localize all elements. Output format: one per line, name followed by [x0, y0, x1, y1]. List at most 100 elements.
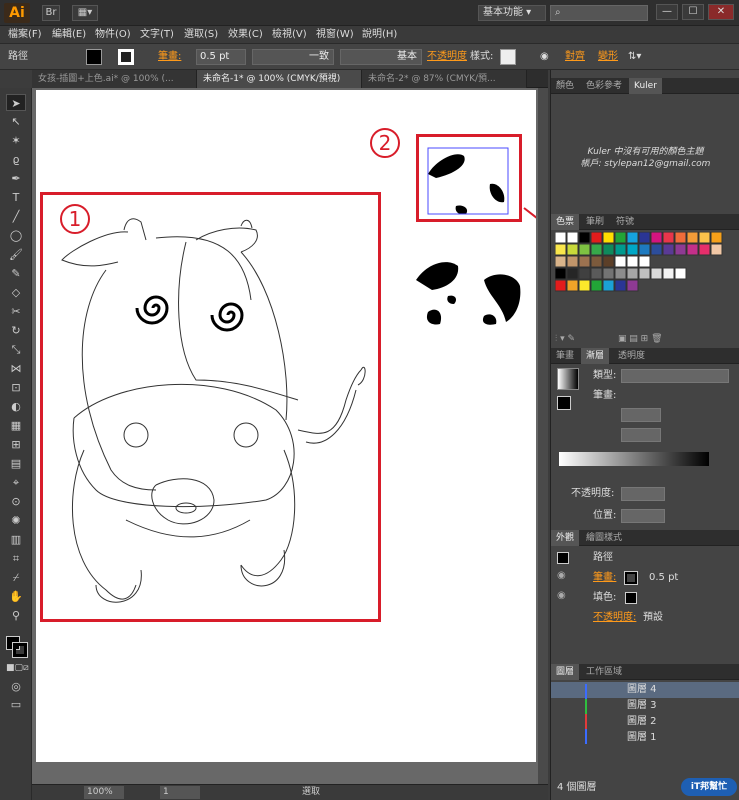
- brush-definition[interactable]: 基本: [340, 49, 422, 65]
- artboard-tool-icon[interactable]: ⌗: [6, 550, 26, 567]
- menu-view[interactable]: 檢視(V): [272, 26, 307, 44]
- appearance-stroke-swatch[interactable]: [624, 571, 638, 585]
- workspace-switcher[interactable]: 基本功能 ▾: [478, 5, 546, 21]
- artboard-number[interactable]: 1: [160, 786, 200, 799]
- magic-wand-icon[interactable]: ✶: [6, 132, 26, 149]
- swatch-grid[interactable]: [554, 231, 735, 304]
- swatch-panel-controls[interactable]: ⫶ ▾ ✎ ▣ ▤ ⊞ 🗑: [555, 334, 735, 346]
- tab-kuler[interactable]: Kuler: [629, 78, 662, 94]
- graph-tool-icon[interactable]: ▥: [6, 531, 26, 548]
- gradient-position-input[interactable]: [621, 509, 665, 523]
- visibility-eye-icon[interactable]: ◉: [557, 570, 566, 581]
- tab-document-3[interactable]: 未命名-2* @ 87% (CMYK/預...: [362, 70, 527, 88]
- selection-tool-icon[interactable]: ➤: [6, 94, 26, 111]
- screen-mode-icon[interactable]: ▭: [6, 696, 26, 713]
- layer-row-1[interactable]: 圖層 1: [551, 730, 739, 746]
- tab-artboards[interactable]: 工作區域: [581, 664, 627, 680]
- gradient-type-select[interactable]: [621, 369, 729, 383]
- appearance-opacity-label[interactable]: 不透明度:: [593, 610, 636, 626]
- pencil-icon[interactable]: ✎: [6, 265, 26, 282]
- scale-tool-icon[interactable]: ⤡: [6, 341, 26, 358]
- tab-transparency[interactable]: 透明度: [613, 348, 650, 364]
- search-input[interactable]: ⌕: [550, 5, 648, 21]
- ellipse-tool-icon[interactable]: ◯: [6, 227, 26, 244]
- align-label[interactable]: 對齊: [565, 49, 585, 65]
- stroke-swatch[interactable]: [118, 49, 134, 65]
- slice-tool-icon[interactable]: ⌿: [6, 569, 26, 586]
- options-icon[interactable]: ⇅▾: [628, 49, 641, 65]
- lasso-icon[interactable]: ϱ: [6, 151, 26, 168]
- layer-name: 圖層 3: [627, 700, 657, 711]
- line-tool-icon[interactable]: ╱: [6, 208, 26, 225]
- free-transform-icon[interactable]: ⊡: [6, 379, 26, 396]
- bridge-button[interactable]: Br: [42, 5, 60, 21]
- rotate-tool-icon[interactable]: ↻: [6, 322, 26, 339]
- appearance-fill-swatch[interactable]: [625, 592, 637, 604]
- transform-label[interactable]: 變形: [598, 49, 618, 65]
- perspective-grid-icon[interactable]: ▦: [6, 417, 26, 434]
- gradient-opacity-input[interactable]: [621, 487, 665, 501]
- variable-width-profile[interactable]: 一致: [252, 49, 334, 65]
- type-tool-icon[interactable]: T: [6, 189, 26, 206]
- tab-gradient[interactable]: 漸層: [581, 348, 610, 364]
- close-button[interactable]: ✕: [708, 4, 734, 20]
- tab-swatches[interactable]: 色票: [551, 214, 580, 230]
- width-tool-icon[interactable]: ⋈: [6, 360, 26, 377]
- menu-text[interactable]: 文字(T): [140, 26, 174, 44]
- graphic-style-swatch[interactable]: [500, 49, 516, 65]
- color-mode-icons[interactable]: ■▢⧄: [6, 660, 29, 677]
- tab-document-1[interactable]: 女孩-插圖+上色.ai* @ 100% (...: [32, 70, 197, 88]
- direct-selection-tool-icon[interactable]: ↖: [6, 113, 26, 130]
- tab-color[interactable]: 顏色: [551, 78, 579, 94]
- menu-select[interactable]: 選取(S): [184, 26, 218, 44]
- tab-graphic-styles[interactable]: 繪圖樣式: [581, 530, 627, 546]
- paintbrush-icon[interactable]: 🖌: [6, 246, 26, 263]
- tab-appearance[interactable]: 外觀: [551, 530, 580, 546]
- menu-window[interactable]: 視窗(W): [316, 26, 354, 44]
- tab-brushes[interactable]: 筆刷: [581, 214, 609, 230]
- draw-mode-icon[interactable]: ◎: [6, 678, 26, 695]
- tab-symbols[interactable]: 符號: [611, 214, 639, 230]
- gradient-preview[interactable]: [557, 368, 579, 390]
- stroke-label[interactable]: 筆畫:: [158, 49, 181, 65]
- gradient-aspect-input[interactable]: [621, 428, 661, 442]
- pen-tool-icon[interactable]: ✒: [6, 170, 26, 187]
- zoom-level[interactable]: 100%: [84, 786, 124, 799]
- eraser-icon[interactable]: ◇: [6, 284, 26, 301]
- menu-edit[interactable]: 編輯(E): [52, 26, 86, 44]
- menu-object[interactable]: 物件(O): [95, 26, 131, 44]
- visibility-eye-icon[interactable]: ◉: [557, 590, 566, 601]
- hand-tool-icon[interactable]: ✋: [6, 588, 26, 605]
- layer-row-2[interactable]: 圖層 2: [551, 714, 739, 730]
- gradient-tool-icon[interactable]: ▤: [6, 455, 26, 472]
- layer-row-4[interactable]: 圖層 4: [551, 682, 739, 698]
- fill-swatch[interactable]: [86, 49, 102, 65]
- minimize-button[interactable]: —: [656, 4, 678, 20]
- opacity-label[interactable]: 不透明度: [427, 49, 467, 65]
- blend-tool-icon[interactable]: ⊙: [6, 493, 26, 510]
- appearance-stroke-label[interactable]: 筆畫:: [593, 570, 616, 586]
- tab-color-guide[interactable]: 色彩參考: [581, 78, 627, 94]
- stroke-weight-input[interactable]: 0.5 pt: [196, 49, 246, 65]
- scissors-icon[interactable]: ✂: [6, 303, 26, 320]
- recolor-icon[interactable]: ◉: [540, 49, 549, 65]
- mesh-tool-icon[interactable]: ⊞: [6, 436, 26, 453]
- menu-file[interactable]: 檔案(F): [8, 26, 42, 44]
- eyedropper-icon[interactable]: ⌖: [6, 474, 26, 491]
- gradient-slider[interactable]: [559, 452, 709, 466]
- gradient-angle-input[interactable]: [621, 408, 661, 422]
- menu-help[interactable]: 說明(H): [362, 26, 397, 44]
- tab-document-2[interactable]: 未命名-1* @ 100% (CMYK/預視): [197, 70, 362, 88]
- gradient-fill-box[interactable]: [557, 396, 571, 410]
- menu-effect[interactable]: 效果(C): [228, 26, 263, 44]
- symbol-sprayer-icon[interactable]: ✺: [6, 512, 26, 529]
- tab-layers[interactable]: 圖層: [551, 664, 580, 680]
- maximize-button[interactable]: ☐: [682, 4, 704, 20]
- layer-row-3[interactable]: 圖層 3: [551, 698, 739, 714]
- shape-builder-icon[interactable]: ◐: [6, 398, 26, 415]
- stroke-color-box[interactable]: [12, 642, 28, 658]
- vertical-scrollbar[interactable]: [538, 88, 548, 784]
- tab-stroke[interactable]: 筆畫: [551, 348, 579, 364]
- zoom-tool-icon[interactable]: ⚲: [6, 607, 26, 624]
- arrange-documents-button[interactable]: ▦▾: [72, 5, 98, 21]
